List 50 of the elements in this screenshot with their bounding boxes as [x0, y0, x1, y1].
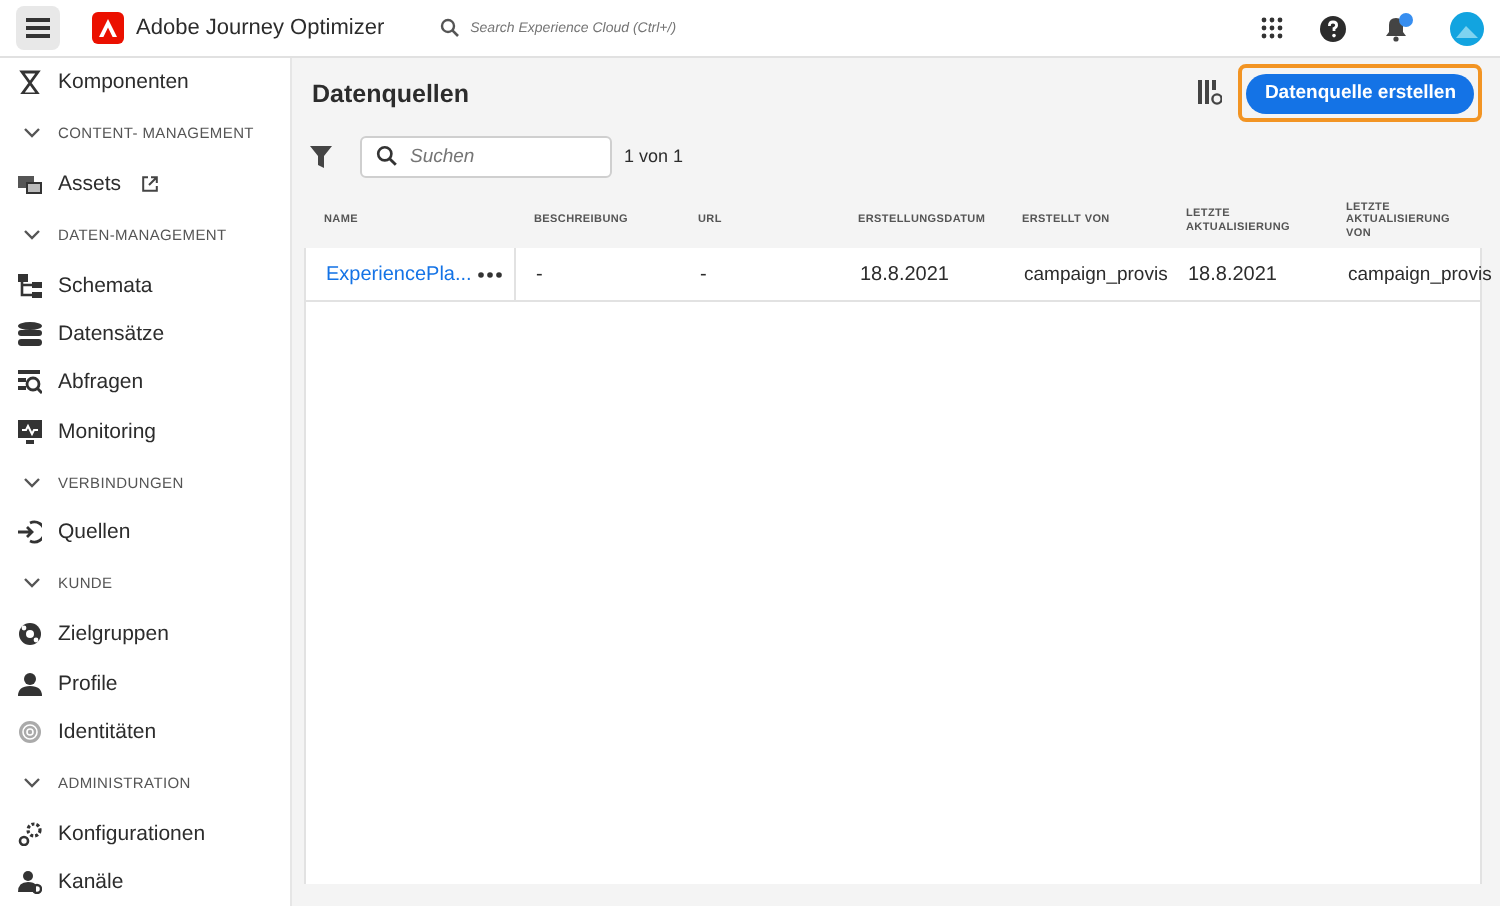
- sidebar-item[interactable]: Identitäten: [18, 707, 290, 756]
- schema-icon: [18, 273, 42, 298]
- create-data-source-button[interactable]: Datenquelle erstellen: [1246, 73, 1474, 114]
- chevron-icon: [24, 128, 40, 139]
- sidebar-item[interactable]: Konfigurationen: [18, 809, 290, 858]
- sidebar-item[interactable]: Assets: [18, 159, 290, 209]
- name-link[interactable]: ExperiencePla...: [326, 263, 472, 285]
- menu-icon: [26, 18, 50, 38]
- source-arrow-icon: [18, 520, 42, 545]
- page-title: Datenquellen: [312, 79, 471, 107]
- chevron-icon: [24, 777, 40, 788]
- sidebar-item[interactable]: Kanäle: [18, 857, 290, 906]
- apps-grid-icon[interactable]: [1260, 16, 1284, 40]
- query-icon: [18, 370, 42, 395]
- sidebar-item[interactable]: Quellen: [18, 508, 290, 558]
- notification-bell-icon[interactable]: [1382, 12, 1414, 44]
- more-actions-icon[interactable]: [478, 271, 502, 277]
- database-icon: [18, 322, 42, 347]
- menu-button[interactable]: [16, 6, 60, 50]
- table-cell: -: [536, 263, 543, 285]
- person-icon: [18, 671, 42, 696]
- sidebar-item[interactable]: Schemata: [18, 261, 290, 311]
- sidebar-item[interactable]: Abfragen: [18, 358, 290, 407]
- table-cell: campaign_provis: [1348, 263, 1492, 285]
- monitor-icon: [18, 419, 42, 444]
- sidebar-item[interactable]: Datensätze: [18, 310, 290, 359]
- help-icon[interactable]: [1320, 15, 1346, 41]
- search-field[interactable]: Suchen: [360, 135, 612, 177]
- sidebar-item[interactable]: Zielgruppen: [18, 610, 290, 659]
- audience-icon: [18, 622, 42, 647]
- table-cell: 18.8.2021: [860, 263, 949, 285]
- sidebar-item[interactable]: Profile: [18, 659, 290, 708]
- hourglass-icon: [18, 70, 42, 95]
- chevron-icon: [24, 578, 40, 589]
- table-cell: 18.8.2021: [1188, 263, 1277, 285]
- sidebar-item[interactable]: Monitoring: [18, 406, 290, 456]
- channel-person-icon: [18, 869, 42, 894]
- app-title: Adobe Journey Optimizer: [136, 16, 385, 40]
- table-cell: campaign_provis: [1024, 263, 1168, 285]
- search-icon: [440, 18, 461, 38]
- table-cell: -: [700, 263, 707, 285]
- chevron-icon: [24, 229, 40, 240]
- sidebar-item[interactable]: Komponenten: [18, 58, 290, 107]
- result-count: 1 von 1: [624, 146, 684, 166]
- column-settings-icon[interactable]: [1198, 80, 1223, 106]
- chevron-icon: [24, 477, 40, 488]
- avatar-icon[interactable]: [1450, 11, 1484, 45]
- filter-icon[interactable]: [310, 145, 332, 167]
- logo-icon: [92, 12, 124, 44]
- image-gallery-icon: [18, 172, 42, 197]
